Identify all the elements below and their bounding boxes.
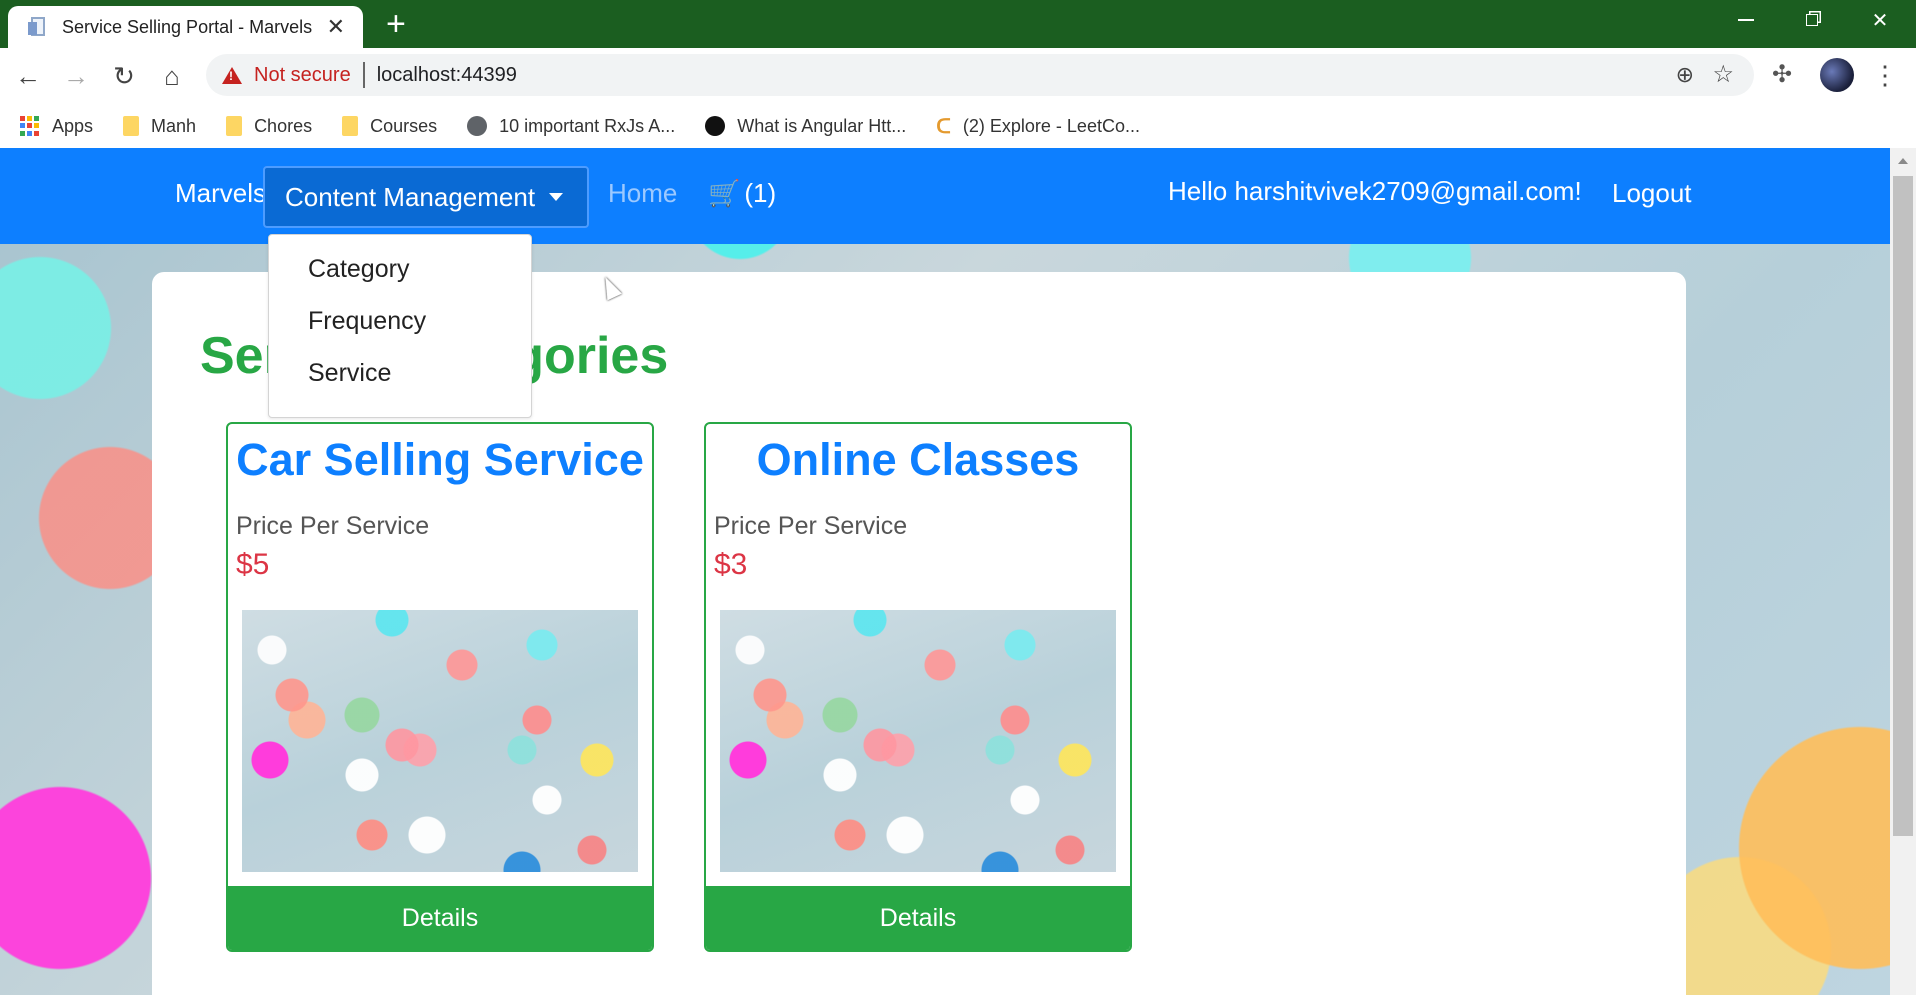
service-title: Car Selling Service [236, 434, 644, 485]
restore-button[interactable] [1782, 0, 1842, 40]
bookmark-chores[interactable]: Chores [226, 116, 312, 137]
folder-icon [226, 116, 243, 136]
bookmarks-bar: Apps Manh Chores Courses 10 important Rx… [0, 104, 1916, 148]
details-button[interactable]: Details [228, 882, 652, 950]
new-tab-button[interactable]: + [386, 4, 406, 44]
apps-grid-icon [20, 116, 40, 136]
leetcode-icon: ᑕ [936, 115, 951, 138]
dropdown-item-frequency[interactable]: Frequency [308, 307, 426, 336]
address-bar[interactable]: Not secure localhost:44399 ⊕ ☆ [206, 54, 1754, 96]
forward-arrow-icon[interactable]: → [56, 56, 96, 96]
close-window-button[interactable]: ✕ [1850, 0, 1910, 40]
browser-title-bar: Service Selling Portal - Marvels ✕ + ✕ [0, 0, 1916, 48]
bookmark-courses[interactable]: Courses [342, 116, 437, 137]
bookmark-label: (2) Explore - LeetCo... [962, 115, 1140, 136]
brand-link[interactable]: Marvels [175, 178, 266, 209]
service-image [242, 610, 638, 872]
address-separator [362, 62, 365, 88]
bookmark-label: Manh [151, 115, 197, 136]
service-card: Car Selling Service Price Per Service $5… [226, 422, 654, 952]
scroll-thumb[interactable] [1893, 176, 1913, 836]
back-arrow-icon[interactable]: ← [8, 56, 48, 96]
url-text[interactable]: localhost:44399 [377, 64, 517, 87]
service-title: Online Classes [756, 434, 1080, 485]
shopping-cart-icon: 🛒 [708, 178, 741, 208]
price-label: Price Per Service [236, 512, 430, 540]
reload-icon[interactable]: ↻ [104, 56, 144, 96]
price-label: Price Per Service [714, 512, 908, 540]
price-value: $5 [236, 548, 270, 581]
security-label[interactable]: Not secure [254, 64, 351, 87]
browser-menu-icon[interactable]: ⋮ [1872, 58, 1898, 92]
browser-tab[interactable]: Service Selling Portal - Marvels ✕ [8, 6, 363, 48]
cart-link[interactable]: 🛒 (1) [708, 178, 776, 209]
scroll-up-arrow-icon[interactable] [1890, 148, 1916, 174]
zoom-icon[interactable]: ⊕ [1676, 62, 1694, 88]
content-management-dropdown-menu: Category Frequency Service [268, 234, 532, 418]
home-icon[interactable]: ⌂ [152, 56, 192, 96]
logout-link[interactable]: Logout [1612, 178, 1692, 209]
minimize-button[interactable] [1716, 0, 1776, 40]
folder-icon [123, 116, 140, 136]
warning-icon[interactable] [222, 66, 242, 84]
profile-avatar[interactable] [1820, 58, 1854, 92]
details-button[interactable]: Details [706, 882, 1130, 950]
cart-count: (1) [744, 178, 777, 208]
service-image [720, 610, 1116, 872]
bookmark-manh[interactable]: Manh [123, 116, 196, 137]
folder-icon [342, 116, 359, 136]
service-card: Online Classes Price Per Service $3 Deta… [704, 422, 1132, 952]
page-scrollbar[interactable] [1890, 148, 1916, 995]
bookmark-apps[interactable]: Apps [20, 116, 93, 137]
page-favicon-icon [28, 16, 48, 38]
nav-home-link[interactable]: Home [608, 178, 677, 209]
bookmark-leetcode[interactable]: ᑕ (2) Explore - LeetCo... [936, 114, 1140, 139]
dropdown-item-service[interactable]: Service [308, 359, 391, 388]
bookmark-angular[interactable]: What is Angular Htt... [705, 116, 906, 137]
tab-title: Service Selling Portal - Marvels [62, 16, 313, 37]
bookmark-label: 10 important RxJs A... [499, 115, 676, 136]
page-viewport: Marvels Content Management Home 🛒 (1) He… [0, 148, 1890, 995]
bookmark-rxjs[interactable]: 10 important RxJs A... [467, 116, 675, 137]
bookmark-label: Courses [370, 115, 438, 136]
browser-toolbar: ← → ↻ ⌂ Not secure localhost:44399 ⊕ ☆ ✣… [0, 48, 1916, 104]
bookmark-label: Apps [52, 115, 94, 136]
content-management-dropdown-toggle[interactable]: Content Management [263, 166, 589, 228]
site-navbar: Marvels Content Management Home 🛒 (1) He… [0, 148, 1890, 244]
price-value: $3 [714, 548, 748, 581]
bookmark-label: Chores [254, 115, 313, 136]
dropdown-label: Content Management [285, 181, 536, 212]
globe-icon [467, 116, 488, 136]
dropdown-item-category[interactable]: Category [308, 255, 409, 284]
bookmark-label: What is Angular Htt... [737, 115, 907, 136]
extensions-icon[interactable]: ✣ [1772, 60, 1792, 89]
bookmark-star-icon[interactable]: ☆ [1712, 60, 1734, 89]
tab-close-icon[interactable]: ✕ [327, 14, 345, 40]
caret-down-icon [549, 193, 564, 201]
user-greeting: Hello harshitvivek2709@gmail.com! [1168, 176, 1582, 206]
stackchief-icon [705, 116, 726, 136]
